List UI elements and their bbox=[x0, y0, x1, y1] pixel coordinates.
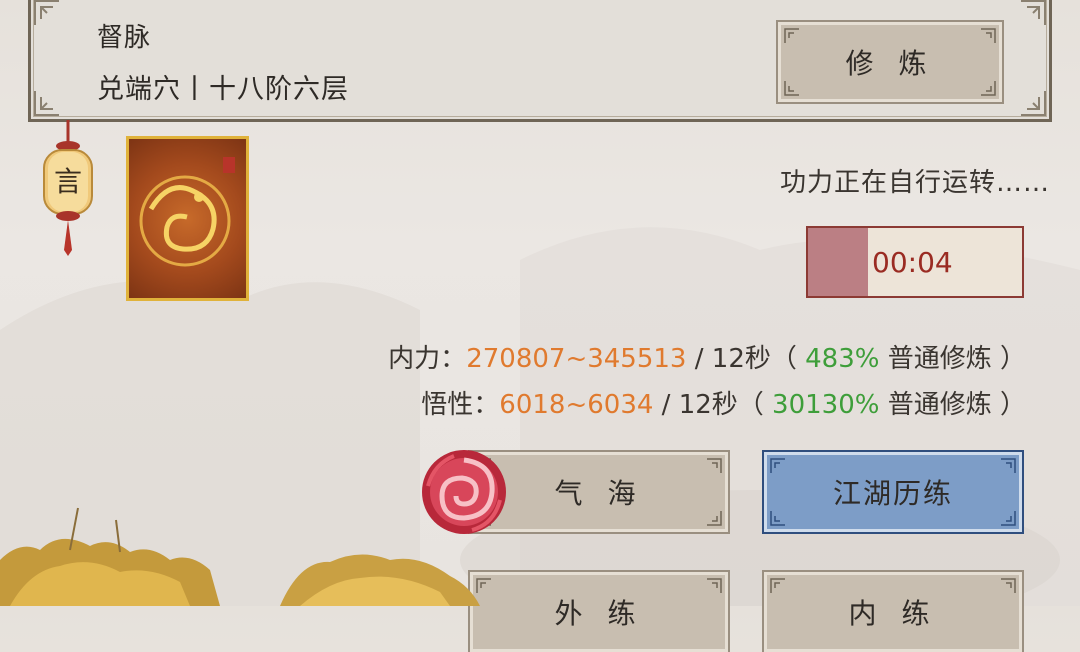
stat-range: 6018~6034 bbox=[499, 390, 654, 420]
lantern-icon: 言 bbox=[38, 120, 98, 260]
cultivate-button-label: 修 炼 bbox=[845, 47, 935, 80]
corner-ornament-icon bbox=[1021, 0, 1046, 25]
button-corner-icon bbox=[770, 511, 785, 526]
status-text: 功力正在自行运转…… bbox=[779, 168, 1050, 198]
stat-mode: 普通修炼 ） bbox=[879, 390, 1026, 420]
button-corner-icon bbox=[707, 511, 722, 526]
dragon-art-card[interactable] bbox=[126, 136, 249, 301]
stat-per: / 12秒（ bbox=[686, 344, 806, 374]
neigong-button[interactable]: 内 练 bbox=[762, 570, 1024, 652]
stat-label: 悟性： bbox=[421, 390, 500, 420]
meridian-name: 督脉 bbox=[97, 23, 152, 53]
button-corner-icon bbox=[770, 458, 785, 473]
stat-per: / 12秒（ bbox=[653, 390, 773, 420]
stat-range: 270807~345513 bbox=[466, 344, 687, 374]
button-corner-icon bbox=[707, 578, 722, 593]
stat-label: 内力： bbox=[388, 344, 467, 374]
button-corner-icon bbox=[1001, 511, 1016, 526]
button-corner-icon bbox=[981, 81, 996, 96]
button-corner-icon bbox=[784, 81, 799, 96]
button-corner-icon bbox=[1001, 458, 1016, 473]
jianghu-button-label: 江湖历练 bbox=[832, 477, 953, 510]
wuxing-stat: 悟性：6018~6034 / 12秒（ 30130% 普通修炼 ） bbox=[421, 384, 1026, 421]
waigong-button[interactable]: 外 练 bbox=[468, 570, 730, 652]
dragon-icon bbox=[139, 157, 235, 267]
waigong-button-label: 外 练 bbox=[554, 597, 644, 630]
neili-stat: 内力：270807~345513 / 12秒（ 483% 普通修炼 ） bbox=[388, 338, 1026, 375]
qihai-button-label: 气 海 bbox=[554, 477, 644, 510]
neigong-button-label: 内 练 bbox=[848, 597, 938, 630]
cultivation-timer: 00:04 bbox=[806, 226, 1024, 298]
button-corner-icon bbox=[707, 458, 722, 473]
cultivate-button[interactable]: 修 炼 bbox=[776, 20, 1004, 104]
button-corner-icon bbox=[770, 578, 785, 593]
timer-value: 00:04 bbox=[872, 246, 953, 279]
jianghu-training-button[interactable]: 江湖历练 bbox=[762, 450, 1024, 534]
button-corner-icon bbox=[784, 28, 799, 43]
button-corner-icon bbox=[1001, 578, 1016, 593]
corner-ornament-icon bbox=[34, 91, 59, 116]
corner-ornament-icon bbox=[1021, 91, 1046, 116]
corner-ornament-icon bbox=[34, 0, 59, 25]
button-corner-icon bbox=[981, 28, 996, 43]
acupoint-stage: 兑端穴丨十八阶六层 bbox=[97, 74, 349, 105]
timer-progress-fill bbox=[808, 228, 868, 296]
lantern-character: 言 bbox=[53, 165, 82, 198]
stat-percent: 483% bbox=[805, 344, 880, 374]
stat-percent: 30130% bbox=[772, 390, 880, 420]
golden-tree-decoration bbox=[0, 507, 480, 606]
stat-mode: 普通修炼 ） bbox=[879, 344, 1026, 374]
